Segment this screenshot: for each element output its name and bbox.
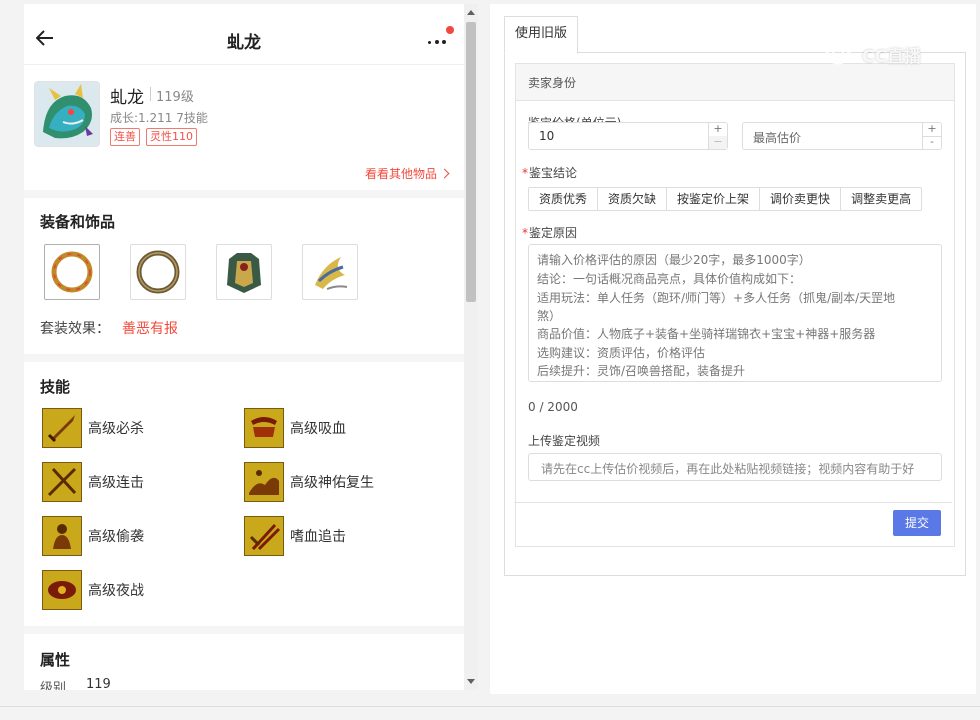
price-value: 10 — [539, 129, 555, 143]
equip-item[interactable] — [216, 244, 272, 300]
name-separator — [150, 87, 151, 101]
pet-tag: 灵性110 — [146, 128, 197, 146]
pet-tag: 连善 — [110, 128, 140, 146]
pet-growth: 成长:1.211 7技能 — [110, 111, 208, 125]
view-other-items-label: 看看其他物品 — [364, 167, 437, 181]
item-detail-pane: 虬龙 虬龙 119级 成长:1.211 7技能 连善 灵性110 看看其他物品 … — [24, 4, 478, 690]
ring-gold-icon — [51, 251, 93, 293]
placeholder-line: 商品价值：人物底子+装备+坐骑祥瑞锦衣+宝宝+神器+服务器 — [537, 327, 876, 341]
conclusion-option[interactable]: 调整卖更高 — [840, 187, 923, 211]
notification-dot — [446, 26, 454, 34]
scroll-up-icon[interactable] — [467, 10, 475, 15]
skill-label: 高级吸血 — [290, 421, 346, 437]
video-label: 上传鉴定视频 — [528, 434, 601, 448]
appraisal-form-pane: 使用旧版 卖家身份 鉴宝价格(单位元) 10 + − 最高估价 + - *鉴宝结… — [490, 4, 976, 694]
skill-label: 高级神佑复生 — [290, 475, 374, 491]
scroll-down-icon[interactable] — [467, 679, 475, 684]
attr-label: 级别 — [40, 681, 67, 690]
night-battle-icon — [42, 570, 82, 610]
item-detail-scroll[interactable]: 虬龙 虬龙 119级 成长:1.211 7技能 连善 灵性110 看看其他物品 … — [24, 4, 464, 690]
set-effect-label: 套装效果： — [40, 321, 110, 337]
equip-section-title: 装备和饰品 — [40, 213, 116, 231]
reason-label: *鉴定原因 — [522, 224, 577, 241]
sword-icon — [42, 408, 82, 448]
combo-strike-icon — [42, 462, 82, 502]
card-footer-divider — [514, 502, 952, 503]
placeholder-line: 适用玩法：单人任务（跑环/师门等）+多人任务（抓鬼/副本/天罡地 — [537, 291, 896, 305]
pet-level: 119级 — [156, 90, 194, 105]
watermark-text: CC直播 — [862, 47, 921, 67]
skill-label: 嗜血追击 — [290, 529, 346, 545]
section-divider — [24, 626, 464, 634]
conclusion-option[interactable]: 按鉴定价上架 — [666, 187, 761, 211]
view-other-items-link[interactable]: 看看其他物品 — [364, 165, 450, 182]
submit-button[interactable]: 提交 — [893, 510, 941, 536]
pet-name: 虬龙 — [110, 88, 144, 108]
conclusion-label: *鉴宝结论 — [522, 164, 577, 181]
attr-value: 119 — [86, 677, 111, 690]
skill-label: 高级偷袭 — [88, 529, 144, 545]
conclusion-option[interactable]: 调价卖更快 — [759, 187, 842, 211]
required-mark: * — [522, 226, 528, 240]
char-counter: 0 / 2000 — [528, 400, 578, 414]
equip-item[interactable] — [302, 244, 358, 300]
blood-chase-icon — [244, 516, 284, 556]
card-header: 卖家身份 — [516, 64, 954, 101]
skill-label: 高级必杀 — [88, 421, 144, 437]
section-divider — [24, 354, 464, 362]
card-title: 卖家身份 — [528, 76, 577, 90]
video-placeholder: 请先在cc上传估价视频后，再在此处粘贴视频链接；视频内容有助于好 — [541, 462, 915, 476]
placeholder-line: 请输入价格评估的原因（最少20字，最多1000字） — [537, 253, 811, 267]
chevron-right-icon — [439, 168, 450, 179]
claw-icon — [315, 257, 348, 290]
conclusion-option[interactable]: 资质欠缺 — [597, 187, 668, 211]
armor-icon — [227, 253, 261, 293]
pet-summary: 虬龙 119级 成长:1.211 7技能 连善 灵性110 看看其他物品 — [24, 65, 464, 190]
conclusion-label-text: 鉴宝结论 — [529, 166, 578, 180]
attr-section-title: 属性 — [40, 651, 71, 669]
placeholder-line: 选购建议：资质评估，价格评估 — [537, 346, 706, 360]
price-input[interactable]: 10 + − — [528, 122, 728, 150]
reason-label-text: 鉴定原因 — [529, 226, 578, 240]
placeholder-line: 后续提升：灵饰/召唤兽搭配，装备提升 — [537, 364, 746, 378]
section-divider — [24, 190, 464, 198]
equip-item[interactable] — [44, 244, 100, 300]
ring-dark-icon — [136, 250, 180, 294]
skill-label: 高级连击 — [88, 475, 144, 491]
top-bar: 虬龙 — [24, 4, 464, 65]
reason-textarea[interactable]: 请输入价格评估的原因（最少20字，最多1000字） 结论：一句话概况商品亮点，具… — [528, 244, 942, 382]
required-mark: * — [522, 166, 528, 180]
watermark: CC直播 — [822, 38, 954, 68]
max-price-input[interactable]: 最高估价 + - — [742, 122, 942, 150]
decrement-button[interactable]: - — [922, 136, 941, 149]
video-link-input[interactable]: 请先在cc上传估价视频后，再在此处粘贴视频链接；视频内容有助于好 — [528, 453, 942, 481]
conclusion-options: 资质优秀 资质欠缺 按鉴定价上架 调价卖更快 调整卖更高 — [528, 187, 923, 211]
max-price-placeholder: 最高估价 — [753, 131, 802, 145]
page-title: 虬龙 — [227, 33, 261, 53]
decrement-button[interactable]: − — [708, 136, 727, 149]
sneak-attack-icon — [42, 516, 82, 556]
pet-avatar — [34, 81, 100, 147]
tab-old-version[interactable]: 使用旧版 — [504, 16, 578, 54]
cc-logo-icon — [825, 39, 851, 65]
dragon-icon — [35, 82, 99, 146]
vertical-scrollbar[interactable] — [464, 4, 478, 690]
blood-drain-icon — [244, 408, 284, 448]
placeholder-line: 结论：一句话概况商品亮点，具体价值构成如下： — [537, 272, 802, 286]
set-effect-value: 善恶有报 — [122, 321, 178, 337]
conclusion-option[interactable]: 资质优秀 — [528, 187, 599, 211]
scrollbar-thumb[interactable] — [466, 22, 476, 302]
more-dots-icon[interactable] — [428, 38, 450, 44]
skill-label: 高级夜战 — [88, 583, 144, 599]
placeholder-line: 煞） — [537, 309, 562, 323]
revive-icon — [244, 462, 284, 502]
bottom-divider — [0, 706, 980, 707]
equip-item[interactable] — [130, 244, 186, 300]
skill-section-title: 技能 — [40, 378, 71, 396]
